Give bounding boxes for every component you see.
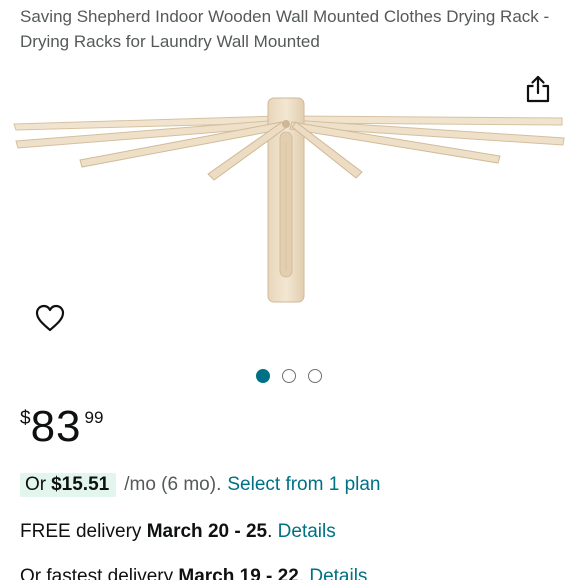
price-currency-symbol: $	[20, 408, 31, 429]
installment-prefix: Or	[25, 474, 47, 495]
fastest-details-link[interactable]: Details	[309, 566, 367, 580]
carousel-dot-2[interactable]	[282, 369, 296, 383]
price-whole: 83	[30, 402, 82, 451]
product-image[interactable]	[10, 92, 570, 308]
price-fraction: 99	[84, 408, 104, 427]
fastest-dates: March 19 - 22	[178, 566, 299, 580]
delivery-prefix: FREE delivery	[20, 521, 142, 542]
fastest-prefix: Or fastest delivery	[20, 566, 174, 580]
fastest-period: .	[298, 566, 305, 580]
truncated-header-line	[20, 0, 540, 2]
wishlist-button[interactable]	[34, 303, 66, 333]
carousel-dots	[256, 369, 322, 383]
installment-amount: $15.51	[51, 474, 110, 495]
installment-term: /mo (6 mo).	[124, 474, 222, 495]
carousel-dot-1[interactable]	[256, 369, 270, 383]
price: $ 83 99	[20, 402, 103, 458]
fastest-delivery-line: Or fastest delivery March 19 - 22. Detai…	[20, 566, 367, 580]
delivery-dates: March 20 - 25	[146, 521, 268, 542]
select-plan-link[interactable]: Select from 1 plan	[227, 474, 380, 496]
delivery-period: .	[267, 521, 273, 542]
free-delivery-line: FREE delivery March 20 - 25. Details	[20, 521, 336, 543]
installment-badge: Or $15.51	[20, 473, 117, 497]
product-title: Saving Shepherd Indoor Wooden Wall Mount…	[20, 7, 550, 51]
heart-outline-icon	[35, 304, 65, 332]
installment-plan-row: Or $15.51 /mo (6 mo). Select from 1 plan	[20, 472, 381, 498]
carousel-dot-3[interactable]	[308, 369, 322, 383]
delivery-details-link[interactable]: Details	[278, 521, 336, 542]
